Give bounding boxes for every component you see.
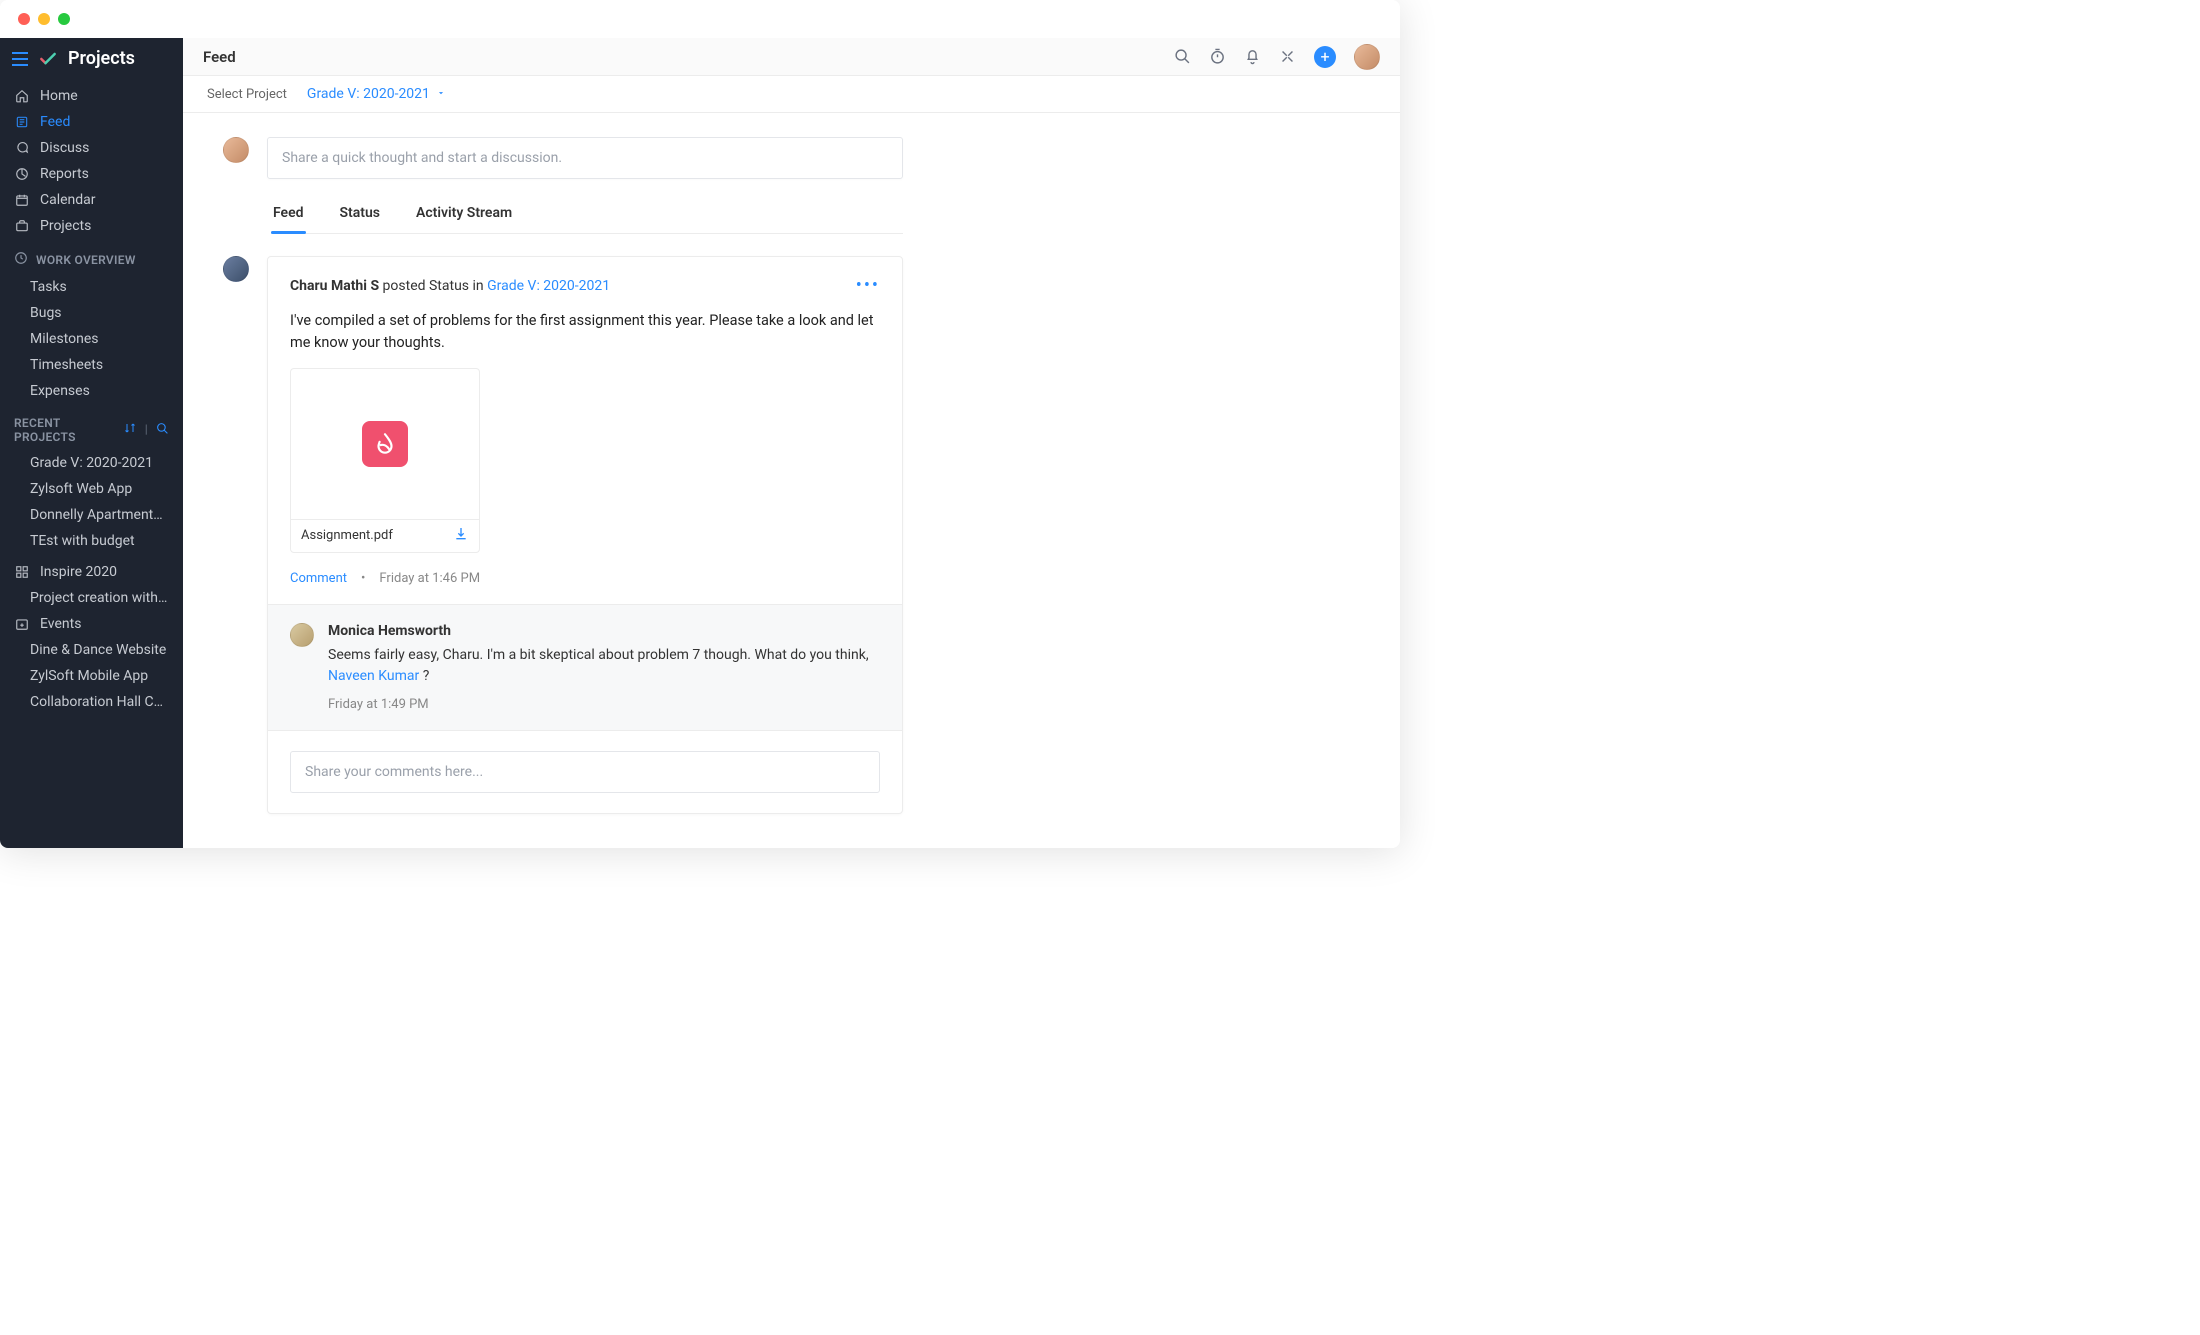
recent-sort-icon[interactable]	[123, 422, 137, 438]
post-attachment[interactable]: Assignment.pdf	[290, 368, 480, 553]
work-timesheets[interactable]: Timesheets	[0, 352, 183, 378]
timer-icon[interactable]	[1209, 48, 1226, 65]
user-mention[interactable]: Naveen Kumar	[328, 668, 419, 684]
tab-activity-stream[interactable]: Activity Stream	[414, 197, 514, 233]
attachment-filename: Assignment.pdf	[301, 528, 393, 543]
feed-icon	[14, 115, 30, 129]
recent-project-1[interactable]: Zylsoft Web App	[0, 476, 183, 502]
compose-row: Share a quick thought and start a discus…	[223, 137, 903, 179]
brand-logo-icon	[38, 49, 58, 69]
main-area: Feed + Select Project Grade V: 2020-2021	[183, 38, 1400, 848]
work-milestones[interactable]: Milestones	[0, 326, 183, 352]
post-author: Charu Mathi S	[290, 278, 379, 294]
events-sub-1[interactable]: ZylSoft Mobile App	[0, 663, 183, 689]
nav-projects[interactable]: Projects	[0, 213, 183, 239]
section-work-overview[interactable]: WORK OVERVIEW	[0, 239, 183, 274]
post-body: I've compiled a set of problems for the …	[290, 310, 880, 354]
window-minimize-dot[interactable]	[38, 13, 50, 25]
search-icon[interactable]	[1174, 48, 1191, 65]
discuss-icon	[14, 141, 30, 155]
clock-icon	[14, 251, 28, 268]
recent-project-3[interactable]: TEst with budget	[0, 528, 183, 554]
comment-action[interactable]: Comment	[290, 571, 347, 586]
feed-tabs: Feed Status Activity Stream	[271, 197, 903, 234]
recent-project-2[interactable]: Donnelly Apartments Co	[0, 502, 183, 528]
tools-icon[interactable]	[1279, 48, 1296, 65]
work-expenses[interactable]: Expenses	[0, 378, 183, 404]
recent-divider: |	[145, 422, 148, 438]
grid-icon	[14, 565, 30, 579]
inspire-sub-0[interactable]: Project creation with lay	[0, 585, 183, 611]
recent-search-icon[interactable]	[156, 422, 169, 438]
bell-icon[interactable]	[1244, 48, 1261, 65]
home-icon	[14, 89, 30, 103]
comment-item: Monica Hemsworth Seems fairly easy, Char…	[290, 623, 880, 712]
group-events[interactable]: Events	[0, 611, 183, 637]
topbar-actions: +	[1174, 44, 1380, 70]
chevron-down-icon	[436, 86, 446, 102]
projects-icon	[14, 219, 30, 233]
events-sub-2[interactable]: Collaboration Hall Const	[0, 689, 183, 715]
brand: Projects	[0, 38, 183, 79]
window-close-dot[interactable]	[18, 13, 30, 25]
post-more-icon[interactable]: •••	[856, 275, 880, 296]
pdf-icon	[362, 421, 408, 467]
post-author-avatar	[223, 256, 249, 282]
brand-title: Projects	[68, 48, 135, 69]
compose-avatar	[223, 137, 249, 163]
post-timestamp: Friday at 1:46 PM	[379, 571, 480, 586]
project-selector-row: Select Project Grade V: 2020-2021	[183, 76, 1400, 113]
post-meta: Comment • Friday at 1:46 PM	[290, 571, 880, 586]
post-header: Charu Mathi S posted Status in Grade V: …	[290, 275, 880, 296]
events-sub-0[interactable]: Dine & Dance Website	[0, 637, 183, 663]
nav-reports[interactable]: Reports	[0, 161, 183, 187]
post-row: Charu Mathi S posted Status in Grade V: …	[223, 256, 903, 814]
reply-input[interactable]: Share your comments here...	[290, 751, 880, 793]
app-window: Projects Home Feed Discuss Reports	[0, 0, 1400, 848]
commenter-avatar	[290, 623, 314, 647]
comments-block: Monica Hemsworth Seems fairly easy, Char…	[268, 604, 902, 730]
commenter-name: Monica Hemsworth	[328, 623, 880, 639]
project-selector[interactable]: Grade V: 2020-2021	[307, 86, 446, 102]
work-bugs[interactable]: Bugs	[0, 300, 183, 326]
nav-calendar[interactable]: Calendar	[0, 187, 183, 213]
add-button[interactable]: +	[1314, 46, 1336, 68]
primary-nav: Home Feed Discuss Reports Calendar	[0, 79, 183, 239]
nav-home[interactable]: Home	[0, 83, 183, 109]
tab-feed[interactable]: Feed	[271, 197, 306, 233]
post-project-link[interactable]: Grade V: 2020-2021	[487, 278, 610, 294]
sidebar: Projects Home Feed Discuss Reports	[0, 38, 183, 848]
comment-timestamp: Friday at 1:49 PM	[328, 697, 880, 712]
section-recent-projects: RECENT PROJECTS |	[0, 404, 183, 450]
events-icon	[14, 617, 30, 631]
nav-discuss[interactable]: Discuss	[0, 135, 183, 161]
nav-feed[interactable]: Feed	[0, 109, 183, 135]
recent-project-0[interactable]: Grade V: 2020-2021	[0, 450, 183, 476]
reply-area: Share your comments here...	[268, 730, 902, 813]
feed-column: Share a quick thought and start a discus…	[223, 137, 903, 814]
download-icon[interactable]	[453, 526, 469, 546]
attachment-preview	[291, 369, 479, 519]
work-tasks[interactable]: Tasks	[0, 274, 183, 300]
calendar-icon	[14, 193, 30, 207]
comment-text: Seems fairly easy, Charu. I'm a bit skep…	[328, 645, 880, 687]
compose-input[interactable]: Share a quick thought and start a discus…	[267, 137, 903, 179]
window-maximize-dot[interactable]	[58, 13, 70, 25]
attachment-footer: Assignment.pdf	[291, 519, 479, 552]
topbar: Feed +	[183, 38, 1400, 76]
content-scroll[interactable]: Share a quick thought and start a discus…	[183, 113, 1400, 848]
tab-status[interactable]: Status	[338, 197, 382, 233]
project-selector-label: Select Project	[207, 87, 287, 102]
reports-icon	[14, 167, 30, 181]
group-inspire[interactable]: Inspire 2020	[0, 554, 183, 585]
user-avatar[interactable]	[1354, 44, 1380, 70]
page-title: Feed	[203, 48, 236, 66]
post-header-text: Charu Mathi S posted Status in Grade V: …	[290, 278, 856, 294]
window-titlebar	[0, 0, 1400, 38]
post-card: Charu Mathi S posted Status in Grade V: …	[267, 256, 903, 814]
meta-separator: •	[361, 571, 365, 586]
hamburger-icon[interactable]	[12, 52, 28, 66]
